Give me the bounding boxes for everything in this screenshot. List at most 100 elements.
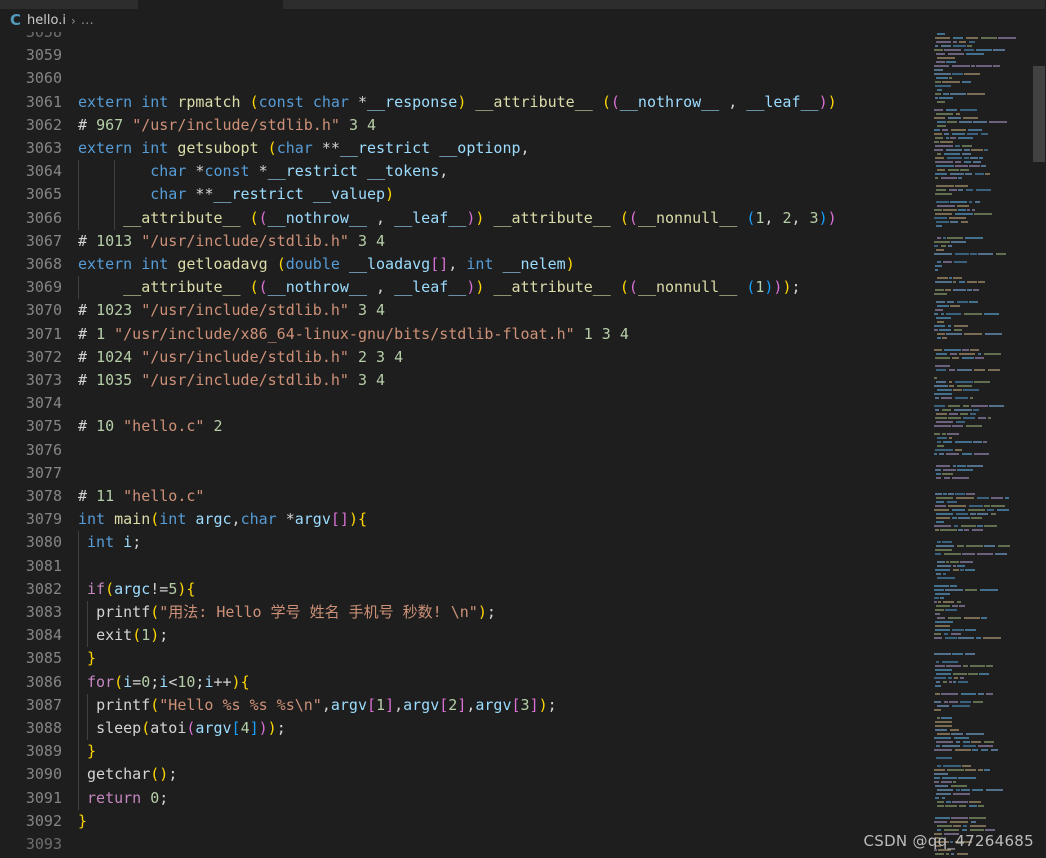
breadcrumb-file-name[interactable]: hello.i	[27, 13, 66, 28]
code-line[interactable]: 3059	[0, 44, 932, 67]
minimap-token	[941, 717, 952, 719]
minimap-token	[973, 441, 982, 443]
minimap-token	[935, 817, 950, 819]
code-line[interactable]: 3074	[0, 392, 932, 415]
code-line[interactable]: 3089 }	[0, 740, 932, 764]
code-line[interactable]: 3077	[0, 462, 932, 485]
code-line[interactable]: 3093	[0, 833, 932, 856]
code-line[interactable]: 3091 return 0;	[0, 786, 932, 810]
editor-tab-strip[interactable]	[0, 0, 1046, 9]
minimap-token	[966, 189, 973, 191]
minimap-token	[936, 745, 940, 747]
minimap-token	[937, 333, 945, 335]
minimap-token	[935, 145, 953, 147]
code-editor[interactable]: 3058 3059 3060 3061 extern int rpmatch (cons…	[0, 32, 1046, 858]
code-line[interactable]: 3065 char **__restrict __valuep)	[0, 183, 932, 207]
minimap-token	[949, 277, 952, 279]
minimap-token	[948, 169, 959, 171]
minimap-token	[958, 777, 976, 779]
minimap-token	[967, 209, 970, 211]
minimap-token	[970, 829, 984, 831]
line-number: 3064	[25, 162, 62, 181]
code-line[interactable]: 3081	[0, 554, 932, 578]
code-line[interactable]: 3067 # 1013 "/usr/include/stdlib.h" 3 4	[0, 230, 932, 253]
breadcrumb-more-button[interactable]: …	[81, 13, 94, 28]
editor-tab-3[interactable]	[283, 0, 1046, 9]
minimap-token	[954, 325, 968, 327]
code-line[interactable]: 3064 char *const *__restrict __tokens,	[0, 160, 932, 184]
code-line[interactable]: 3079 int main(int argc,char *argv[]){	[0, 508, 932, 531]
minimap-token	[950, 729, 959, 731]
minimap-token	[936, 661, 939, 663]
minimap-token	[934, 433, 940, 435]
minimap-token	[934, 425, 951, 427]
code-line[interactable]: 3071 # 1 "/usr/include/x86_64-linux-gnu/b…	[0, 323, 932, 346]
code-line[interactable]: 3082 if(argc!=5){	[0, 577, 932, 601]
minimap-token	[934, 149, 943, 151]
code-line[interactable]: 3078 # 11 "hello.c"	[0, 485, 932, 508]
code-line[interactable]: 3076	[0, 439, 932, 462]
minimap-token	[950, 201, 967, 203]
minimap-token	[959, 121, 972, 123]
minimap-token	[948, 325, 951, 327]
minimap-token	[944, 701, 948, 703]
minimap-token	[984, 149, 988, 151]
code-line[interactable]: 3090 getchar();	[0, 763, 932, 787]
minimap-token	[956, 741, 960, 743]
minimap-token	[943, 469, 956, 471]
minimap-token	[988, 417, 991, 419]
minimap[interactable]	[932, 32, 1032, 858]
minimap-token	[940, 529, 957, 531]
minimap-token	[935, 397, 939, 399]
code-line[interactable]: 3083 printf("用法: Hello 学号 姓名 手机号 秒数! \n"…	[0, 601, 932, 625]
minimap-token	[950, 173, 964, 175]
breadcrumb[interactable]: C hello.i › …	[0, 9, 1046, 32]
code-line[interactable]: 3066 __attribute__ ((__nothrow__ , __lea…	[0, 206, 932, 230]
vertical-scrollbar[interactable]	[1032, 32, 1046, 858]
editor-tab-2[interactable]	[139, 0, 283, 9]
minimap-token	[967, 465, 983, 467]
minimap-token	[962, 553, 975, 555]
code-line[interactable]: 3058	[0, 32, 932, 44]
minimap-token	[953, 289, 966, 291]
minimap-token	[952, 801, 968, 803]
minimap-token	[935, 725, 952, 727]
code-line[interactable]: 3062 # 967 "/usr/include/stdlib.h" 3 4	[0, 114, 932, 137]
minimap-token	[954, 409, 972, 411]
code-line[interactable]: 3072 # 1024 "/usr/include/stdlib.h" 2 3 4	[0, 346, 932, 369]
code-line[interactable]: 3084 exit(1);	[0, 624, 932, 648]
code-line-text: if(argc!=5){	[87, 579, 196, 598]
code-line[interactable]: 3092}	[0, 810, 932, 833]
code-text-area[interactable]: 3058 3059 3060 3061 extern int rpmatch (cons…	[0, 32, 932, 858]
code-line[interactable]: 3088 sleep(atoi(argv[4]));	[0, 717, 932, 741]
code-line[interactable]: 3087 printf("Hello %s %s %s\n",argv[1],a…	[0, 693, 932, 717]
minimap-token	[935, 37, 950, 39]
minimap-token	[955, 441, 972, 443]
minimap-token	[943, 93, 949, 95]
code-line[interactable]: 3060	[0, 67, 932, 90]
line-number: 3080	[25, 533, 62, 552]
minimap-token	[936, 185, 954, 187]
minimap-token	[972, 749, 978, 751]
code-line[interactable]: 3075 # 10 "hello.c" 2	[0, 415, 932, 438]
code-line[interactable]: 3086 for(i=0;i<10;i++){	[0, 670, 932, 694]
minimap-token	[958, 177, 962, 179]
code-line[interactable]: 3061 extern int rpmatch (const char *__re…	[0, 91, 932, 114]
code-line[interactable]: 3068 extern int getloadavg (double __load…	[0, 253, 932, 276]
minimap-token	[969, 805, 977, 807]
minimap-token	[935, 569, 950, 571]
code-line[interactable]: 3069 __attribute__ ((__nothrow__ , __lea…	[0, 276, 932, 300]
code-line[interactable]: 3063 extern int getsubopt (char **__restr…	[0, 137, 932, 160]
minimap-token	[935, 213, 952, 215]
vertical-scrollbar-thumb[interactable]	[1033, 66, 1045, 162]
code-line[interactable]: 3080 int i;	[0, 531, 932, 555]
minimap-token	[952, 705, 970, 707]
editor-tab-1[interactable]	[0, 0, 139, 9]
code-line[interactable]: 3073 # 1035 "/usr/include/stdlib.h" 3 4	[0, 369, 932, 392]
code-line[interactable]: 3070 # 1023 "/usr/include/stdlib.h" 3 4	[0, 299, 932, 322]
minimap-token	[934, 677, 946, 679]
minimap-token	[937, 705, 949, 707]
minimap-token	[937, 305, 949, 307]
minimap-token	[938, 849, 951, 851]
code-line[interactable]: 3085 }	[0, 647, 932, 671]
